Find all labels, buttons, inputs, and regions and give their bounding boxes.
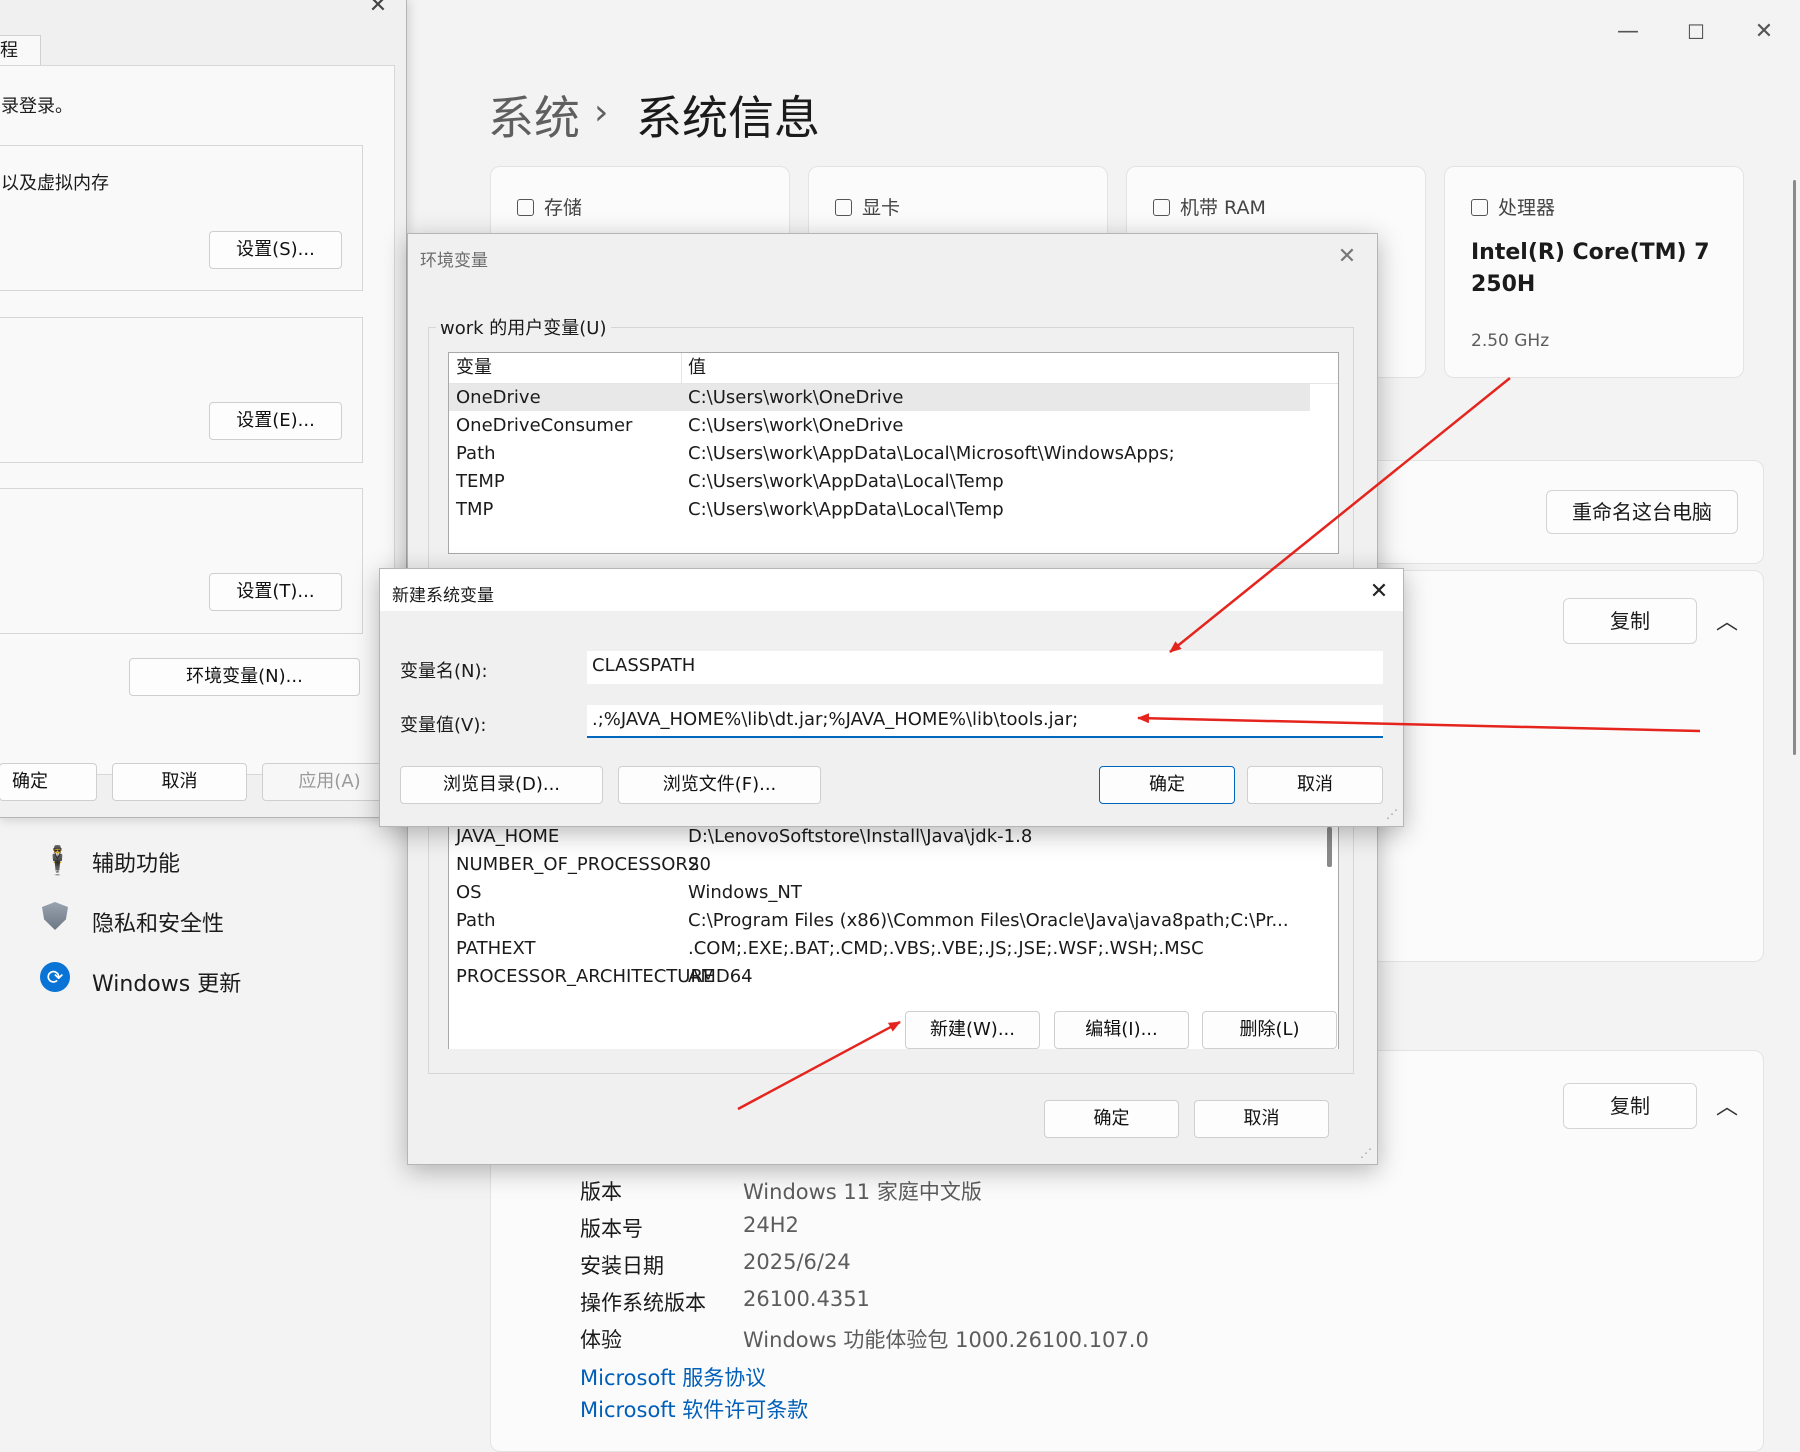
arrow-to-new-button bbox=[737, 1020, 901, 1111]
arrow-to-name-field bbox=[1169, 377, 1511, 653]
arrow-to-value-field bbox=[1137, 713, 1701, 733]
annotation-arrows bbox=[737, 377, 1701, 1111]
